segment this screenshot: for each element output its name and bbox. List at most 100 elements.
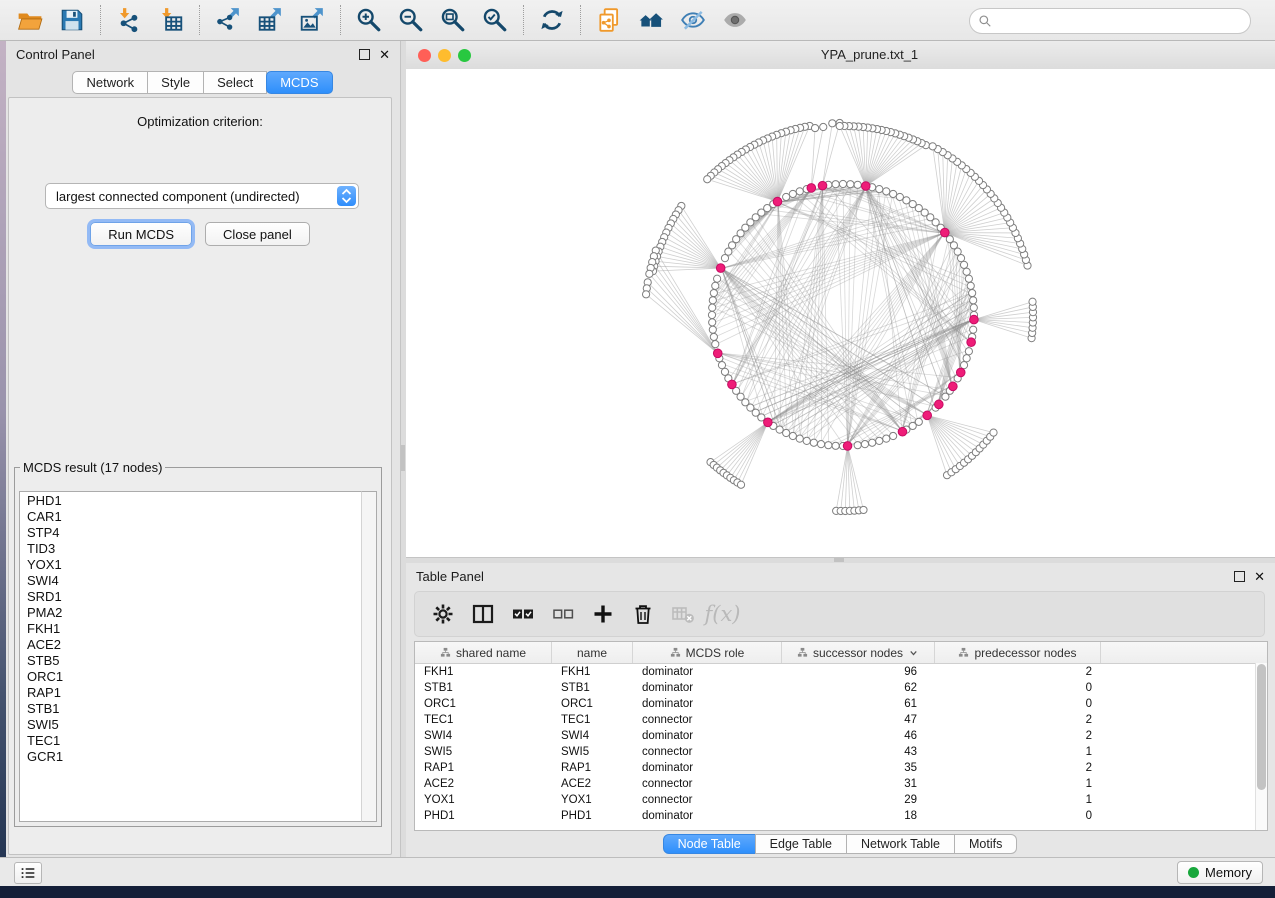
graph-mcds-node[interactable]	[764, 418, 773, 427]
graph-ring-node[interactable]	[896, 193, 903, 200]
mcds-result-item[interactable]: RAP1	[20, 685, 363, 701]
tab-style[interactable]: Style	[147, 71, 204, 94]
graph-ring-node[interactable]	[847, 181, 854, 188]
graph-mcds-node[interactable]	[956, 368, 965, 377]
graph-ring-node[interactable]	[876, 186, 883, 193]
graph-ring-node[interactable]	[970, 297, 977, 304]
graph-mcds-node[interactable]	[728, 380, 737, 389]
mcds-result-item[interactable]: SWI4	[20, 573, 363, 589]
mcds-result-item[interactable]: ACE2	[20, 637, 363, 653]
table-row[interactable]: YOX1YOX1connector291	[415, 792, 1267, 808]
graph-ring-node[interactable]	[709, 326, 716, 333]
graph-ring-node[interactable]	[915, 418, 922, 425]
graph-leaf-node[interactable]	[704, 176, 711, 183]
column-header-successor-nodes[interactable]: successor nodes	[782, 642, 935, 663]
tab-node-table[interactable]: Node Table	[663, 834, 756, 854]
export-table-icon[interactable]	[249, 3, 291, 37]
graph-ring-node[interactable]	[803, 437, 810, 444]
tab-network[interactable]: Network	[72, 71, 148, 94]
graph-ring-node[interactable]	[839, 180, 846, 187]
graph-mcds-node[interactable]	[923, 411, 932, 420]
graph-leaf-node[interactable]	[820, 123, 827, 130]
graph-ring-node[interactable]	[709, 304, 716, 311]
graph-mcds-node[interactable]	[898, 427, 907, 436]
mcds-result-item[interactable]: STB1	[20, 701, 363, 717]
graph-leaf-node[interactable]	[836, 122, 843, 129]
open-session-icon[interactable]	[9, 3, 51, 37]
graph-ring-node[interactable]	[869, 439, 876, 446]
graph-mcds-node[interactable]	[970, 315, 979, 324]
mcds-result-scrollbar[interactable]	[361, 491, 377, 822]
graph-mcds-node[interactable]	[843, 442, 852, 451]
tab-network-table[interactable]: Network Table	[846, 834, 955, 854]
zoom-fit-icon[interactable]	[432, 3, 474, 37]
delete-column-icon[interactable]	[629, 601, 656, 628]
export-image-icon[interactable]	[291, 3, 333, 37]
graph-ring-node[interactable]	[796, 435, 803, 442]
scrollbar-thumb[interactable]	[1257, 664, 1266, 790]
mcds-result-item[interactable]: STP4	[20, 525, 363, 541]
graph-ring-node[interactable]	[883, 435, 890, 442]
graph-ring-node[interactable]	[970, 326, 977, 333]
splitter-handle[interactable]	[834, 558, 844, 562]
search-box[interactable]	[969, 8, 1251, 34]
mcds-result-item[interactable]: FKH1	[20, 621, 363, 637]
table-row[interactable]: PHD1PHD1dominator180	[415, 808, 1267, 824]
graph-ring-node[interactable]	[832, 442, 839, 449]
select-all-icon[interactable]	[509, 601, 536, 628]
window-close-button[interactable]	[418, 49, 431, 62]
graph-leaf-node[interactable]	[646, 270, 653, 277]
column-header-predecessor-nodes[interactable]: predecessor nodes	[935, 642, 1101, 663]
unselect-all-icon[interactable]	[549, 601, 576, 628]
graph-ring-node[interactable]	[710, 289, 717, 296]
graph-ring-node[interactable]	[965, 348, 972, 355]
graph-ring-node[interactable]	[890, 190, 897, 197]
graph-leaf-node[interactable]	[990, 429, 997, 436]
graph-ring-node[interactable]	[883, 188, 890, 195]
graph-ring-node[interactable]	[960, 261, 967, 268]
graph-ring-node[interactable]	[783, 429, 790, 436]
tab-motifs[interactable]: Motifs	[954, 834, 1017, 854]
network-window-titlebar[interactable]: YPA_prune.txt_1	[406, 41, 1275, 70]
table-row[interactable]: TEC1TEC1connector472	[415, 712, 1267, 728]
mcds-result-item[interactable]: PHD1	[20, 493, 363, 509]
show-home-icon[interactable]	[630, 3, 672, 37]
graph-ring-node[interactable]	[714, 275, 721, 282]
graph-leaf-node[interactable]	[642, 291, 649, 298]
column-header-name[interactable]: name	[552, 642, 633, 663]
graph-mcds-node[interactable]	[818, 181, 827, 190]
graph-leaf-node[interactable]	[929, 143, 936, 150]
import-network-icon[interactable]	[108, 3, 150, 37]
zoom-selected-icon[interactable]	[474, 3, 516, 37]
table-row[interactable]: ORC1ORC1dominator610	[415, 696, 1267, 712]
graph-ring-node[interactable]	[963, 268, 970, 275]
show-columns-icon[interactable]	[469, 601, 496, 628]
splitter-handle[interactable]	[401, 445, 405, 471]
graph-ring-node[interactable]	[965, 275, 972, 282]
graph-ring-node[interactable]	[709, 297, 716, 304]
mcds-result-item[interactable]: GCR1	[20, 749, 363, 765]
table-row[interactable]: RAP1RAP1dominator352	[415, 760, 1267, 776]
graph-ring-node[interactable]	[708, 311, 715, 318]
graph-ring-node[interactable]	[783, 193, 790, 200]
graph-mcds-node[interactable]	[941, 228, 950, 237]
run-mcds-button[interactable]: Run MCDS	[90, 222, 192, 246]
table-row[interactable]: SWI5SWI5connector431	[415, 744, 1267, 760]
graph-leaf-node[interactable]	[829, 120, 836, 127]
close-panel-icon[interactable]: ✕	[1254, 572, 1265, 581]
graph-ring-node[interactable]	[721, 255, 728, 262]
mcds-result-item[interactable]: SRD1	[20, 589, 363, 605]
graph-leaf-node[interactable]	[1029, 298, 1036, 305]
graph-ring-node[interactable]	[969, 289, 976, 296]
mcds-result-item[interactable]: TID3	[20, 541, 363, 557]
graph-ring-node[interactable]	[876, 437, 883, 444]
mcds-result-item[interactable]: TEC1	[20, 733, 363, 749]
graph-ring-node[interactable]	[854, 442, 861, 449]
import-table-icon[interactable]	[150, 3, 192, 37]
search-input[interactable]	[997, 13, 1242, 30]
graph-mcds-node[interactable]	[967, 338, 976, 347]
graph-ring-node[interactable]	[970, 304, 977, 311]
close-panel-icon[interactable]: ✕	[379, 50, 390, 59]
mcds-result-item[interactable]: SWI5	[20, 717, 363, 733]
task-history-button[interactable]	[14, 862, 42, 884]
